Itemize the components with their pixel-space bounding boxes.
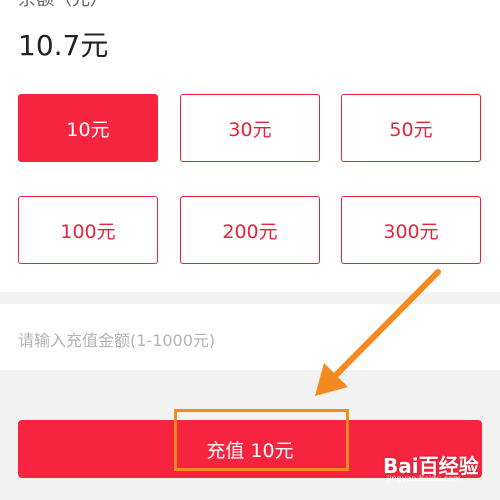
balance-value: 10.7元	[18, 29, 109, 62]
recharge-button[interactable]: 充值 10元	[18, 420, 482, 478]
amount-option-50[interactable]: 50元	[341, 94, 481, 162]
amount-option-30[interactable]: 30元	[180, 94, 320, 162]
balance-label: 余额（元）	[18, 0, 108, 10]
recharge-button-label: 充值 10元	[206, 439, 294, 462]
amount-option-200[interactable]: 200元	[180, 196, 320, 264]
amount-option-300[interactable]: 300元	[341, 196, 481, 264]
amount-option-10[interactable]: 10元	[18, 94, 158, 162]
custom-amount-input[interactable]	[18, 326, 478, 354]
amount-option-100[interactable]: 100元	[18, 196, 158, 264]
